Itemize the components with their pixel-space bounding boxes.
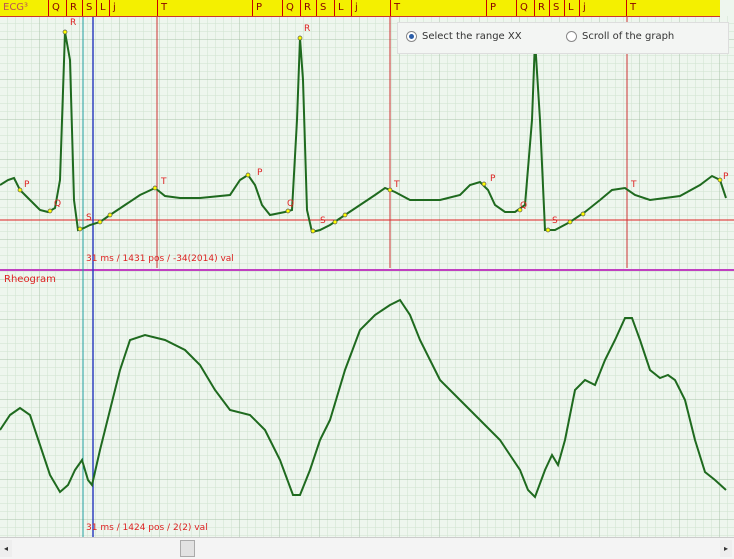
marker-l[interactable]: L	[96, 0, 106, 16]
marker-r[interactable]: R	[66, 0, 77, 16]
ecg-marker-bar[interactable]: ECG³ Q R S L j T P Q R S L j T P Q R S L…	[0, 0, 720, 17]
wave-label-q: Q	[287, 199, 295, 209]
scroll-left-button[interactable]: ◂	[0, 540, 12, 557]
marker-q[interactable]: Q	[282, 0, 294, 16]
ecg-cursor-readout: 31 ms / 1431 pos / -34(2014) val	[86, 254, 234, 264]
mode-selector: Select the range XX Scroll of the graph	[397, 22, 729, 54]
wave-label-s: S	[86, 213, 92, 223]
rheogram-cursor-readout: 31 ms / 1424 pos / 2(2) val	[86, 523, 208, 533]
wave-label-t: T	[161, 177, 167, 187]
wave-label-p: P	[490, 174, 496, 184]
wave-label-p: P	[257, 168, 263, 178]
wave-label-t: T	[394, 180, 400, 190]
wave-label-p: P	[24, 180, 30, 190]
marker-s[interactable]: S	[316, 0, 326, 16]
marker-j[interactable]: j	[109, 0, 116, 16]
radio-select-range[interactable]: Select the range XX	[406, 31, 522, 42]
marker-j[interactable]: j	[351, 0, 358, 16]
ecg-title: ECG³	[3, 2, 29, 13]
radio-label: Select the range XX	[422, 31, 522, 42]
wave-label-q: Q	[54, 199, 62, 209]
marker-l[interactable]: L	[564, 0, 574, 16]
marker-q[interactable]: Q	[48, 0, 60, 16]
radio-scroll-graph[interactable]: Scroll of the graph	[566, 31, 674, 42]
marker-l[interactable]: L	[334, 0, 344, 16]
marker-s[interactable]: S	[549, 0, 559, 16]
marker-r[interactable]: R	[534, 0, 545, 16]
scroll-thumb[interactable]	[180, 540, 195, 557]
marker-t[interactable]: T	[626, 0, 636, 16]
marker-p[interactable]: P	[486, 0, 496, 16]
rheogram-title: Rheogram	[4, 274, 56, 285]
marker-p[interactable]: P	[252, 0, 262, 16]
wave-label-q: Q	[520, 201, 528, 211]
marker-t[interactable]: T	[157, 0, 167, 16]
radio-label: Scroll of the graph	[582, 31, 675, 42]
marker-t[interactable]: T	[390, 0, 400, 16]
wave-label-t: T	[631, 180, 637, 190]
marker-q[interactable]: Q	[516, 0, 528, 16]
wave-label-s: S	[320, 216, 326, 226]
wave-label-r: R	[304, 24, 311, 34]
wave-label-r: R	[70, 18, 77, 28]
wave-label-p: P	[723, 172, 729, 182]
radio-unselected-icon[interactable]	[566, 31, 577, 42]
marker-s[interactable]: S	[82, 0, 92, 16]
marker-r[interactable]: R	[300, 0, 311, 16]
horizontal-scrollbar[interactable]: ◂ ▸	[0, 537, 734, 559]
scroll-right-button[interactable]: ▸	[720, 540, 732, 557]
wave-label-s: S	[552, 216, 558, 226]
graph-area[interactable]	[0, 0, 734, 537]
marker-j[interactable]: j	[579, 0, 586, 16]
radio-selected-icon[interactable]	[406, 31, 417, 42]
